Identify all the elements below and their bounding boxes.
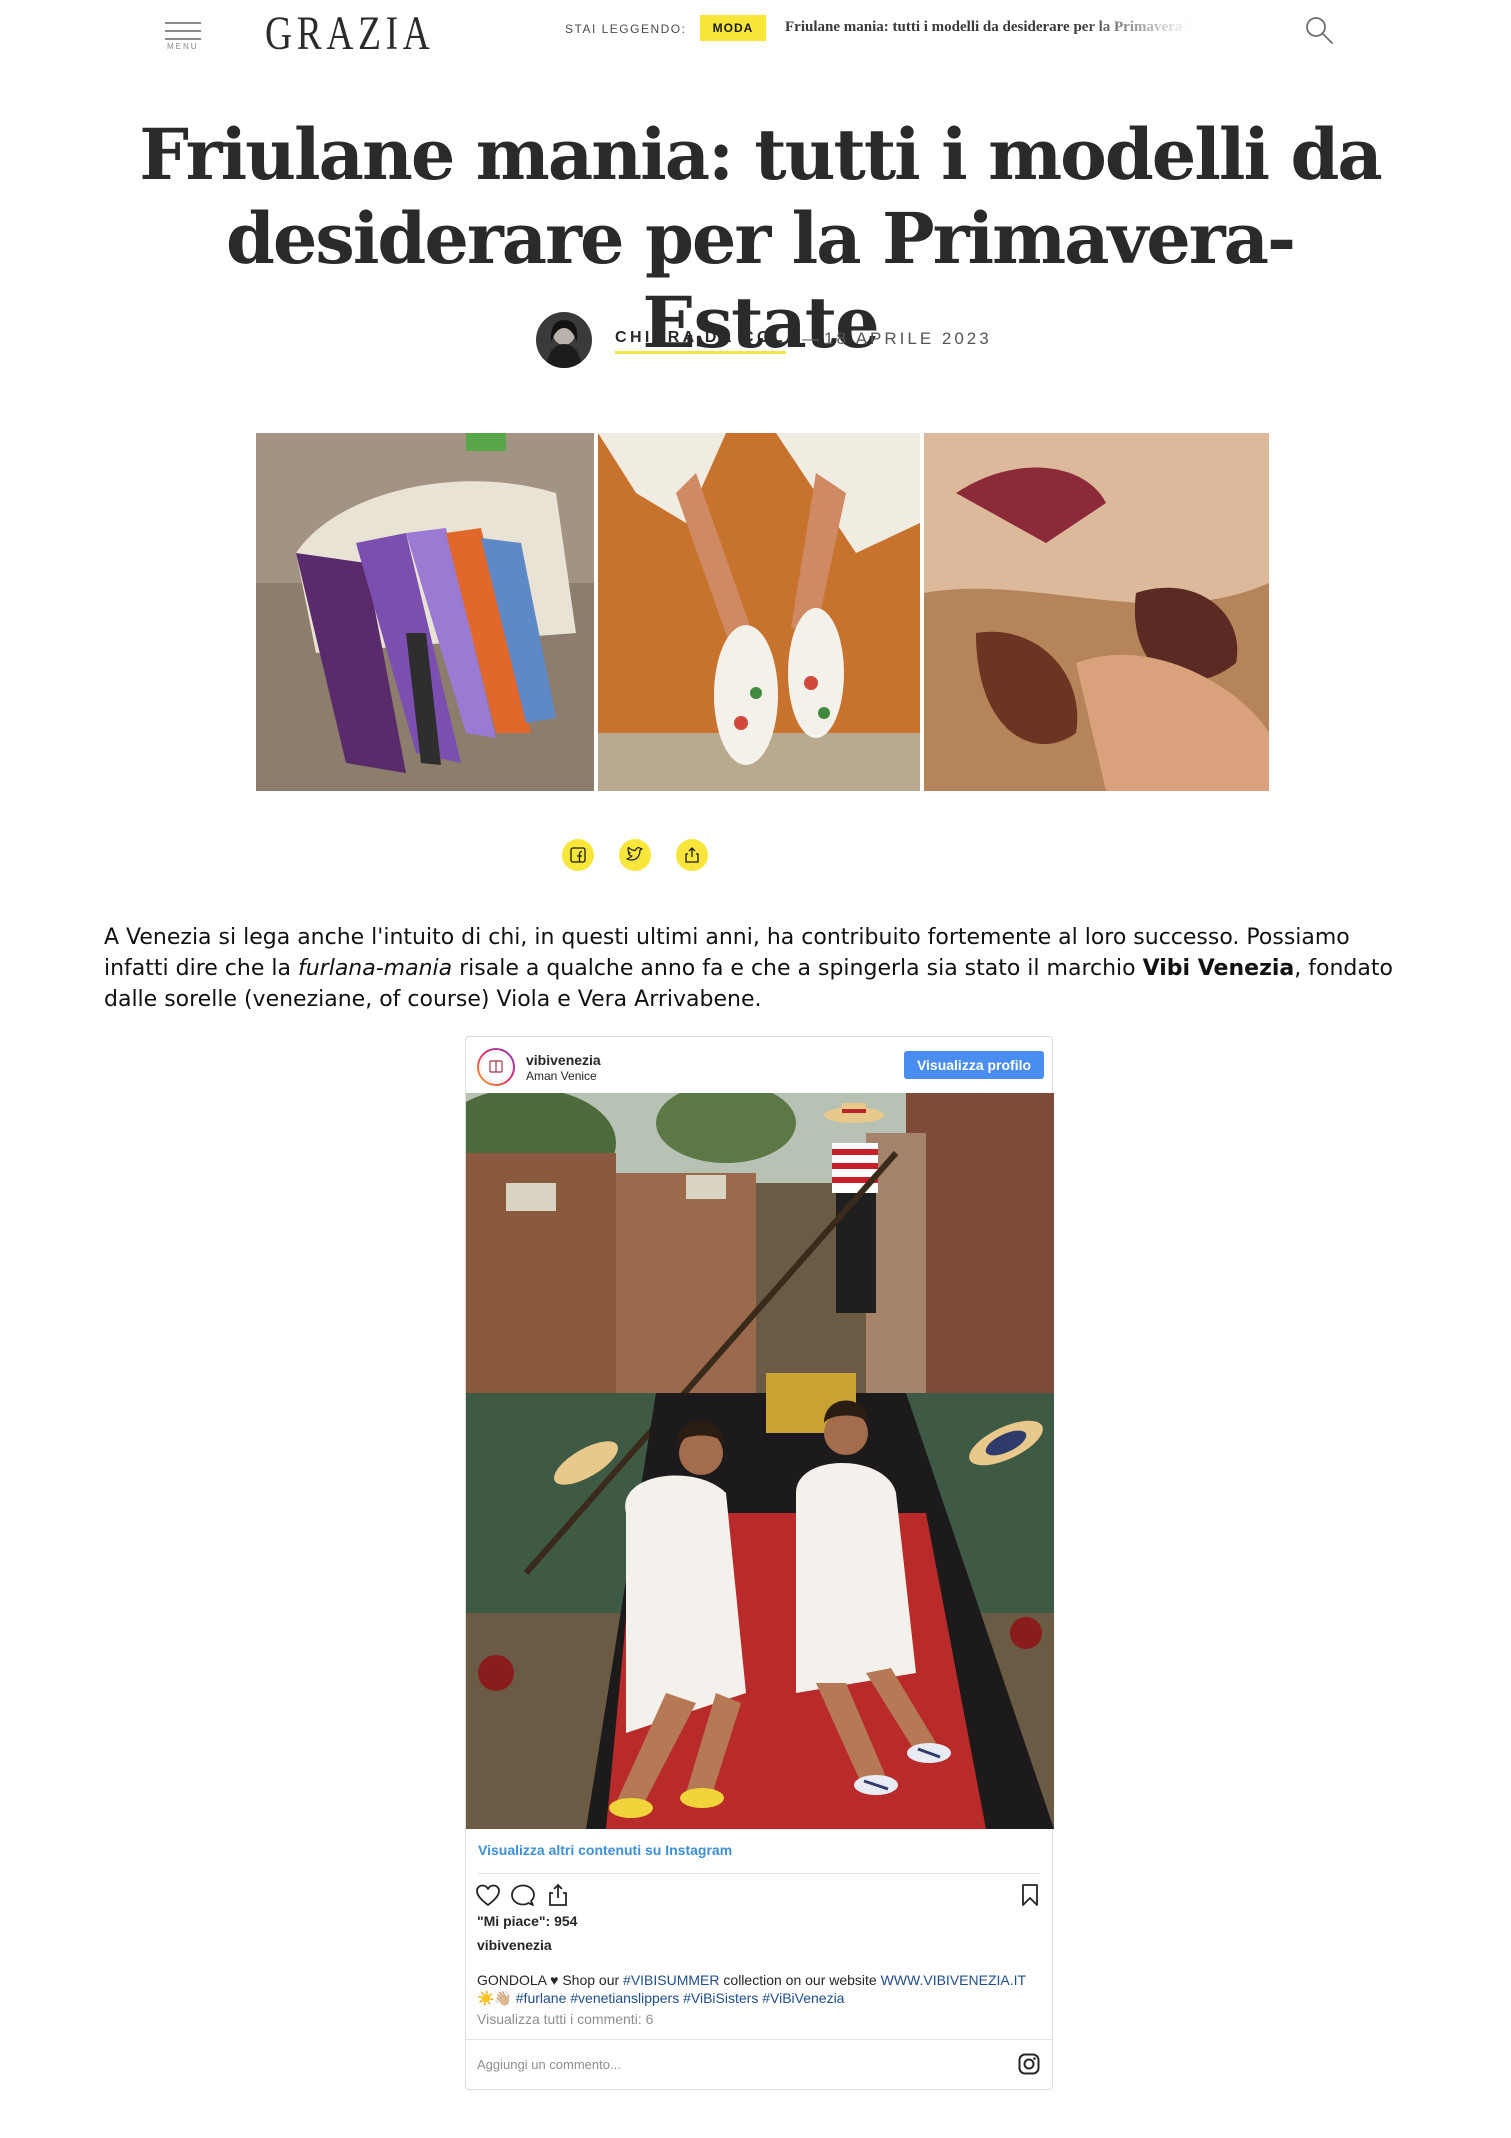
hamburger-icon-line bbox=[165, 38, 201, 40]
like-button[interactable] bbox=[475, 1883, 501, 1912]
hashtag-link[interactable]: #ViBiVenezia bbox=[762, 1990, 844, 2006]
now-reading-label: STAI LEGGENDO: bbox=[565, 22, 687, 36]
likes-count[interactable]: "Mi piace": 954 bbox=[477, 1913, 577, 1929]
caption-username[interactable]: vibivenezia bbox=[477, 1937, 552, 1953]
share-post-button[interactable] bbox=[546, 1883, 570, 1912]
instagram-post-image[interactable] bbox=[466, 1093, 1054, 1829]
paragraph-emphasis: furlana-mania bbox=[297, 956, 453, 981]
article-paragraph: A Venezia si lega anche l'intuito di chi… bbox=[104, 922, 1414, 1015]
search-button[interactable] bbox=[1303, 14, 1337, 48]
search-icon bbox=[1306, 17, 1333, 44]
instagram-avatar[interactable] bbox=[477, 1048, 515, 1086]
bookmark-icon bbox=[1022, 1884, 1038, 1906]
divider bbox=[466, 2039, 1052, 2040]
comment-icon bbox=[511, 1884, 535, 1906]
comment-button[interactable] bbox=[510, 1883, 536, 1912]
author-avatar[interactable] bbox=[536, 312, 592, 368]
facebook-icon bbox=[570, 847, 586, 863]
paragraph-text: risale a qualche anno fa e che a spinger… bbox=[452, 956, 1143, 981]
byline-separator: — bbox=[802, 329, 819, 348]
instagram-location[interactable]: Aman Venice bbox=[526, 1069, 597, 1083]
hashtag-link[interactable]: #VIBISUMMER bbox=[623, 1972, 719, 1988]
hero-image bbox=[256, 433, 1269, 791]
instagram-username[interactable]: vibivenezia bbox=[526, 1052, 601, 1068]
view-more-on-instagram-link[interactable]: Visualizza altri contenuti su Instagram bbox=[478, 1842, 732, 1858]
hero-panel-slippers-bag bbox=[256, 433, 594, 791]
brand-name: Vibi Venezia bbox=[1142, 956, 1295, 981]
post-caption: GONDOLA ♥ Shop our #VIBISUMMER collectio… bbox=[477, 1971, 1043, 2007]
share-twitter-button[interactable] bbox=[619, 839, 651, 871]
share-facebook-button[interactable] bbox=[562, 839, 594, 871]
share-icon bbox=[685, 847, 699, 863]
article-title: Friulane mania: tutti i modelli da desid… bbox=[139, 113, 1383, 364]
add-comment-input[interactable]: Aggiungi un commento... bbox=[477, 2057, 621, 2072]
share-generic-button[interactable] bbox=[676, 839, 708, 871]
caption-emoji: ☀️👋🏼 bbox=[477, 1990, 512, 2006]
caption-text: GONDOLA ♥ Shop our bbox=[477, 1972, 624, 1988]
twitter-icon bbox=[626, 846, 643, 861]
hashtag-link[interactable]: #furlane bbox=[516, 1990, 567, 2006]
publish-date: 18 APRILE 2023 bbox=[824, 329, 992, 348]
menu-label: MENU bbox=[167, 42, 199, 51]
section-tag[interactable]: MODA bbox=[700, 15, 766, 41]
hamburger-icon-line bbox=[165, 30, 201, 32]
save-post-button[interactable] bbox=[1020, 1883, 1040, 1912]
website-link[interactable]: WWW.VIBIVENEZIA.IT bbox=[881, 1972, 1026, 1988]
upload-share-icon bbox=[549, 1883, 567, 1906]
hero-panel-maryjane-slippers bbox=[924, 433, 1269, 791]
site-logo[interactable]: GRAZIA bbox=[265, 6, 435, 61]
heart-icon bbox=[476, 1884, 500, 1906]
now-reading-title: Friulane mania: tutti i modelli da desid… bbox=[785, 19, 1193, 35]
author-name[interactable]: CHIARA DA COL bbox=[615, 329, 787, 354]
menu-button[interactable]: MENU bbox=[165, 18, 203, 52]
instagram-embed: vibivenezia Aman Venice Visualizza profi… bbox=[465, 1036, 1054, 2090]
view-all-comments-link[interactable]: Visualizza tutti i commenti: 6 bbox=[477, 2011, 653, 2027]
hero-panel-floral-slippers bbox=[598, 433, 920, 791]
site-header: MENU GRAZIA STAI LEGGENDO: MODA Friulane… bbox=[0, 0, 1511, 70]
hashtag-link[interactable]: #ViBiSisters bbox=[683, 1990, 758, 2006]
hamburger-icon bbox=[165, 22, 201, 24]
divider bbox=[478, 1873, 1040, 1874]
instagram-logo-icon[interactable] bbox=[1018, 2053, 1040, 2075]
hashtag-link[interactable]: #venetianslippers bbox=[570, 1990, 679, 2006]
view-profile-button[interactable]: Visualizza profilo bbox=[904, 1051, 1044, 1079]
caption-text: collection on our website bbox=[719, 1972, 881, 1988]
